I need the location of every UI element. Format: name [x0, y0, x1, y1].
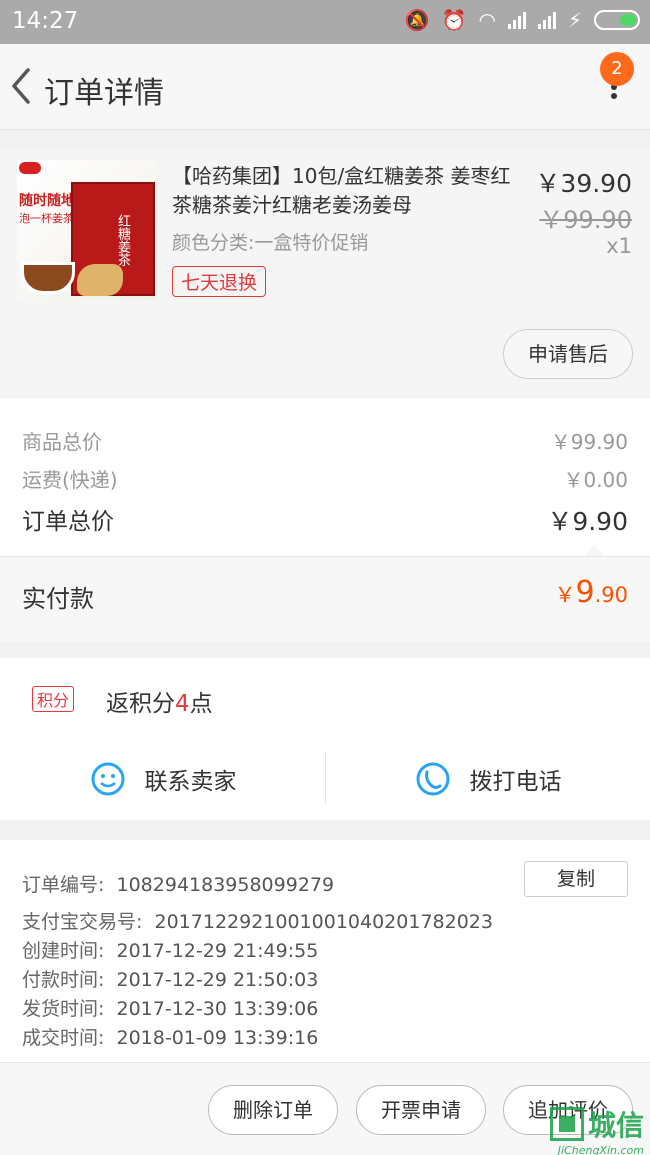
chat-smile-icon — [91, 762, 124, 796]
watermark-logo-icon — [549, 1107, 584, 1141]
order-total-value: ￥9.90 — [547, 507, 628, 536]
watermark: 城信 JiChengXin.com — [549, 1104, 644, 1155]
signal-icon — [507, 11, 526, 29]
points-row: 积分 返积分4点 — [0, 658, 650, 738]
page-title: 订单详情 — [44, 76, 164, 111]
product-thumbnail[interactable]: 随时随地 泡一杯姜茶 红糖姜茶 — [17, 160, 157, 300]
product-variant: 颜色分类:一盒特价促销 — [172, 232, 369, 254]
product-original-price: ￥99.90 — [539, 206, 632, 234]
signal-icon-2 — [537, 11, 556, 29]
wifi-icon: ◠ — [478, 8, 496, 32]
contact-seller-button[interactable]: 联系卖家 — [0, 738, 325, 820]
created-time-row: 创建时间: 2017-12-29 21:49:55 — [22, 940, 319, 962]
tea-cup-image — [21, 262, 75, 294]
actual-payment-label: 实付款 — [22, 585, 94, 613]
product-name[interactable]: 【哈药集团】10包/盒红糖姜茶 姜枣红茶糖茶姜汁红糖老姜汤姜母 — [172, 162, 527, 220]
invoice-request-button[interactable]: 开票申请 — [356, 1085, 486, 1135]
alipay-number-row: 支付宝交易号: 2017122921001001040201782023 — [22, 911, 493, 933]
shipping-row: 运费(快递) ￥0.00 — [22, 464, 628, 493]
ginger-image — [77, 264, 123, 296]
return-policy-tag: 七天退换 — [172, 266, 267, 297]
order-number: 1082941839580992​79 — [116, 874, 335, 896]
completed-time-row: 成交时间: 2018-01-09 13:39:16 — [22, 1027, 319, 1049]
product-quantity: x1 — [606, 234, 632, 258]
status-icons: 🔕 ⏰ ◠ ⚡ — [405, 8, 640, 32]
alarm-icon: ⏰ — [441, 8, 467, 32]
call-label: 拨打电话 — [469, 769, 562, 795]
order-total-label: 订单总价 — [22, 509, 114, 535]
back-icon[interactable] — [8, 66, 38, 106]
call-button[interactable]: 拨打电话 — [325, 738, 650, 820]
goods-total-label: 商品总价 — [22, 430, 102, 454]
phone-icon — [416, 762, 449, 796]
shipping-label: 运费(快递) — [22, 468, 118, 492]
thumbnail-subtext: 泡一杯姜茶 — [19, 212, 74, 225]
order-number-row: 订单编号: 1082941839580992​79 — [22, 874, 335, 896]
contact-bar: 联系卖家 拨打电话 — [0, 738, 650, 820]
goods-total-value: ￥99.90 — [550, 430, 628, 454]
order-info: 订单编号: 1082941839580992​79 复制 支付宝交易号: 201… — [0, 840, 650, 1062]
status-bar: 14:27 🔕 ⏰ ◠ ⚡ — [0, 0, 650, 44]
mute-icon: 🔕 — [404, 8, 430, 32]
contact-seller-label: 联系卖家 — [144, 769, 237, 795]
brand-logo-icon — [19, 162, 41, 174]
product-price: ￥39.90 — [535, 169, 632, 198]
goods-total-row: 商品总价 ￥99.90 — [22, 426, 628, 455]
status-time: 14:27 — [12, 8, 79, 34]
shipped-time-row: 发货时间: 2017-12-30 13:39:06 — [22, 998, 319, 1020]
price-summary: 商品总价 ￥99.90 运费(快递) ￥0.00 订单总价 ￥9.90 — [0, 398, 650, 556]
points-text: 返积分4点 — [106, 691, 213, 717]
actual-payment-value: ￥9.90 — [554, 575, 629, 610]
notification-badge: 2 — [600, 52, 634, 86]
caret-up-icon — [584, 544, 604, 556]
charging-icon: ⚡ — [567, 8, 582, 32]
paid-time-row: 付款时间: 2017-12-29 21:50:03 — [22, 969, 319, 991]
alipay-number: 2017122921001001040201782023 — [154, 911, 493, 933]
order-total-row: 订单总价 ￥9.90 — [22, 502, 628, 538]
actual-payment-row: 实付款 ￥9.90 — [0, 557, 650, 641]
battery-icon — [594, 10, 640, 30]
shipping-value: ￥0.00 — [563, 468, 628, 492]
order-item[interactable]: 随时随地 泡一杯姜茶 红糖姜茶 【哈药集团】10包/盒红糖姜茶 姜枣红茶糖茶姜汁… — [0, 150, 650, 396]
top-bar: 订单详情 2 — [0, 44, 650, 130]
points-badge: 积分 — [32, 686, 75, 712]
copy-button[interactable]: 复制 — [524, 861, 628, 897]
after-sale-button[interactable]: 申请售后 — [503, 329, 633, 379]
delete-order-button[interactable]: 删除订单 — [208, 1085, 338, 1135]
thumbnail-text: 随时随地 — [19, 193, 75, 209]
